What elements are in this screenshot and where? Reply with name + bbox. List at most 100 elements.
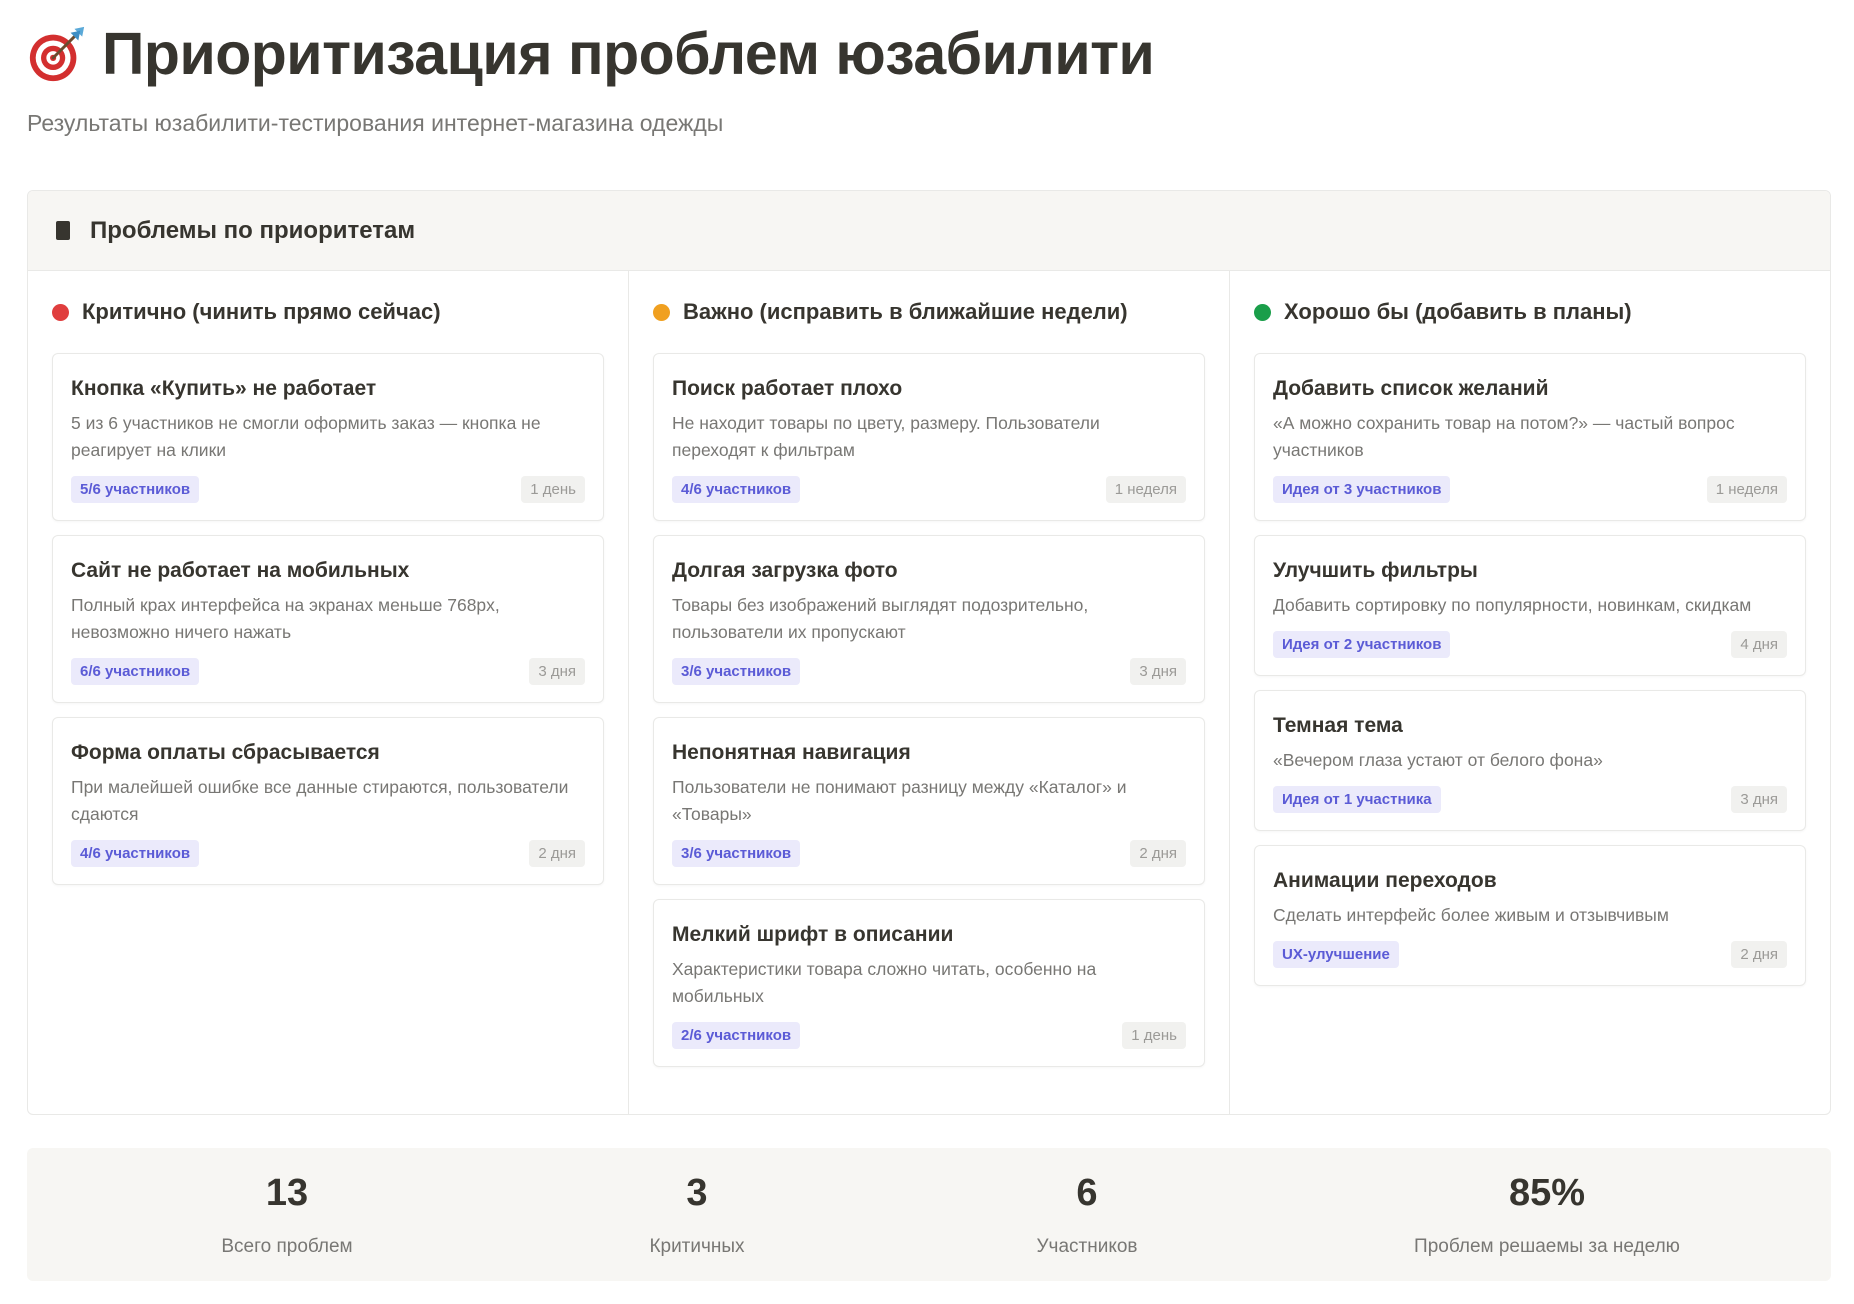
duration-tag: 1 неделя bbox=[1105, 475, 1186, 503]
priority-board: Проблемы по приоритетам Критично (чинить… bbox=[27, 190, 1831, 1115]
summary-stats: 13 Всего проблем 3 Критичных 6 Участнико… bbox=[27, 1148, 1831, 1281]
card-description: «А можно сохранить товар на потом?» — ча… bbox=[1273, 413, 1735, 460]
stat-value: 6 bbox=[1076, 1172, 1098, 1214]
card-title: Анимации переходов bbox=[1273, 869, 1497, 892]
card-description: Характеристики товара сложно читать, осо… bbox=[672, 959, 1097, 1006]
card-title: Улучшить фильтры bbox=[1273, 559, 1478, 582]
card-footer: Идея от 3 участников 1 неделя bbox=[1273, 474, 1787, 504]
card-list: Поиск работает плохо Не находит товары п… bbox=[653, 353, 1205, 1067]
issue-card[interactable]: Поиск работает плохо Не находит товары п… bbox=[653, 353, 1205, 521]
column-title: Хорошо бы (добавить в планы) bbox=[1284, 299, 1632, 324]
red-dot-icon bbox=[52, 303, 69, 321]
issue-card[interactable]: Мелкий шрифт в описании Характеристики т… bbox=[653, 899, 1205, 1067]
column-title: Важно (исправить в ближайшие недели) bbox=[683, 299, 1128, 324]
column-header: Хорошо бы (добавить в планы) bbox=[1254, 271, 1806, 353]
card-footer: 3/6 участников 3 дня bbox=[672, 656, 1186, 686]
target-dart-icon bbox=[26, 23, 88, 85]
card-description: Пользователи не понимают разницу между «… bbox=[672, 777, 1127, 824]
stat-participants: 6 Участников bbox=[947, 1148, 1227, 1281]
stat-solvable-week: 85% Проблем решаемы за неделю bbox=[1347, 1148, 1747, 1281]
duration-tag: 2 дня bbox=[1130, 839, 1186, 867]
card-description: Сделать интерфейс более живым и отзывчив… bbox=[1273, 905, 1669, 925]
column-header: Критично (чинить прямо сейчас) bbox=[52, 271, 604, 353]
issue-card[interactable]: Долгая загрузка фото Товары без изображе… bbox=[653, 535, 1205, 703]
duration-tag: 3 дня bbox=[1130, 657, 1186, 685]
card-list: Кнопка «Купить» не работает 5 из 6 участ… bbox=[52, 353, 604, 885]
card-footer: 6/6 участников 3 дня bbox=[71, 656, 585, 686]
issue-card[interactable]: Кнопка «Купить» не работает 5 из 6 участ… bbox=[52, 353, 604, 521]
card-description: Полный крах интерфейса на экранах меньше… bbox=[71, 595, 500, 642]
page-subtitle: Результаты юзабилити-тестирования интерн… bbox=[27, 110, 724, 136]
issue-card[interactable]: Темная тема «Вечером глаза устают от бел… bbox=[1254, 690, 1806, 831]
card-footer: 5/6 участников 1 день bbox=[71, 474, 585, 504]
card-title: Темная тема bbox=[1273, 714, 1403, 737]
column-title: Критично (чинить прямо сейчас) bbox=[82, 299, 441, 324]
duration-tag: 4 дня bbox=[1731, 630, 1787, 658]
card-description: 5 из 6 участников не смогли оформить зак… bbox=[71, 413, 541, 460]
green-dot-icon bbox=[1254, 303, 1271, 321]
card-footer: 4/6 участников 1 неделя bbox=[672, 474, 1186, 504]
column-critical: Критично (чинить прямо сейчас) Кнопка «К… bbox=[28, 271, 629, 1114]
issue-card[interactable]: Добавить список желаний «А можно сохрани… bbox=[1254, 353, 1806, 521]
stat-critical: 3 Критичных bbox=[557, 1148, 837, 1281]
page-header: Приоритизация проблем юзабилити bbox=[26, 14, 1155, 94]
card-description: Не находит товары по цвету, размеру. Пол… bbox=[672, 413, 1100, 460]
page-title: Приоритизация проблем юзабилити bbox=[102, 21, 1155, 87]
card-title: Добавить список желаний bbox=[1273, 377, 1549, 400]
board-columns: Критично (чинить прямо сейчас) Кнопка «К… bbox=[28, 271, 1830, 1114]
card-title: Кнопка «Купить» не работает bbox=[71, 377, 377, 400]
issue-card[interactable]: Непонятная навигация Пользователи не пон… bbox=[653, 717, 1205, 885]
black-square-icon bbox=[56, 221, 70, 240]
stat-label: Всего проблем bbox=[221, 1236, 353, 1257]
column-header: Важно (исправить в ближайшие недели) bbox=[653, 271, 1205, 353]
card-title: Долгая загрузка фото bbox=[672, 559, 898, 582]
duration-tag: 1 день bbox=[1122, 1021, 1186, 1049]
stat-value: 85% bbox=[1508, 1172, 1586, 1214]
duration-tag: 3 дня bbox=[1731, 785, 1787, 813]
card-footer: Идея от 2 участников 4 дня bbox=[1273, 629, 1787, 659]
duration-tag: 1 неделя bbox=[1706, 475, 1787, 503]
participants-badge: Идея от 1 участника bbox=[1273, 785, 1441, 813]
stat-label: Проблем решаемы за неделю bbox=[1414, 1236, 1680, 1257]
card-description: Товары без изображений выглядят подозрит… bbox=[672, 595, 1089, 642]
card-footer: 4/6 участников 2 дня bbox=[71, 838, 585, 868]
participants-badge: 3/6 участников bbox=[672, 657, 801, 685]
card-title: Мелкий шрифт в описании bbox=[672, 923, 954, 946]
participants-badge: 4/6 участников bbox=[672, 475, 801, 503]
card-footer: Идея от 1 участника 3 дня bbox=[1273, 784, 1787, 814]
participants-badge: 4/6 участников bbox=[71, 839, 200, 867]
stat-value: 13 bbox=[265, 1172, 309, 1214]
issue-card[interactable]: Форма оплаты сбрасывается При малейшей о… bbox=[52, 717, 604, 885]
card-description: Добавить сортировку по популярности, нов… bbox=[1273, 595, 1752, 615]
card-footer: 2/6 участников 1 день bbox=[672, 1020, 1186, 1050]
participants-badge: Идея от 3 участников bbox=[1273, 475, 1451, 503]
page: Приоритизация проблем юзабилити Результа… bbox=[0, 0, 1854, 1304]
stat-label: Критичных bbox=[649, 1236, 745, 1257]
column-nice-to-have: Хорошо бы (добавить в планы) Добавить сп… bbox=[1230, 271, 1830, 1114]
card-description: При малейшей ошибке все данные стираются… bbox=[71, 777, 569, 824]
issue-card[interactable]: Анимации переходов Сделать интерфейс бол… bbox=[1254, 845, 1806, 986]
issue-card[interactable]: Сайт не работает на мобильных Полный кра… bbox=[52, 535, 604, 703]
card-footer: 3/6 участников 2 дня bbox=[672, 838, 1186, 868]
orange-dot-icon bbox=[653, 303, 670, 321]
participants-badge: 6/6 участников bbox=[71, 657, 200, 685]
participants-badge: 5/6 участников bbox=[71, 475, 200, 503]
stat-label: Участников bbox=[1036, 1236, 1138, 1257]
duration-tag: 2 дня bbox=[529, 839, 585, 867]
card-footer: UX-улучшение 2 дня bbox=[1273, 939, 1787, 969]
duration-tag: 3 дня bbox=[529, 657, 585, 685]
board-title: Проблемы по приоритетам bbox=[90, 216, 416, 244]
participants-badge: 3/6 участников bbox=[672, 839, 801, 867]
card-description: «Вечером глаза устают от белого фона» bbox=[1273, 750, 1603, 770]
participants-badge: 2/6 участников bbox=[672, 1021, 801, 1049]
card-title: Непонятная навигация bbox=[672, 741, 911, 764]
duration-tag: 2 дня bbox=[1731, 940, 1787, 968]
stat-value: 3 bbox=[686, 1172, 708, 1214]
stat-total-issues: 13 Всего проблем bbox=[147, 1148, 427, 1281]
duration-tag: 1 день bbox=[521, 475, 585, 503]
card-list: Добавить список желаний «А можно сохрани… bbox=[1254, 353, 1806, 986]
issue-card[interactable]: Улучшить фильтры Добавить сортировку по … bbox=[1254, 535, 1806, 676]
participants-badge: Идея от 2 участников bbox=[1273, 630, 1451, 658]
participants-badge: UX-улучшение bbox=[1273, 940, 1399, 968]
card-title: Поиск работает плохо bbox=[672, 377, 903, 400]
